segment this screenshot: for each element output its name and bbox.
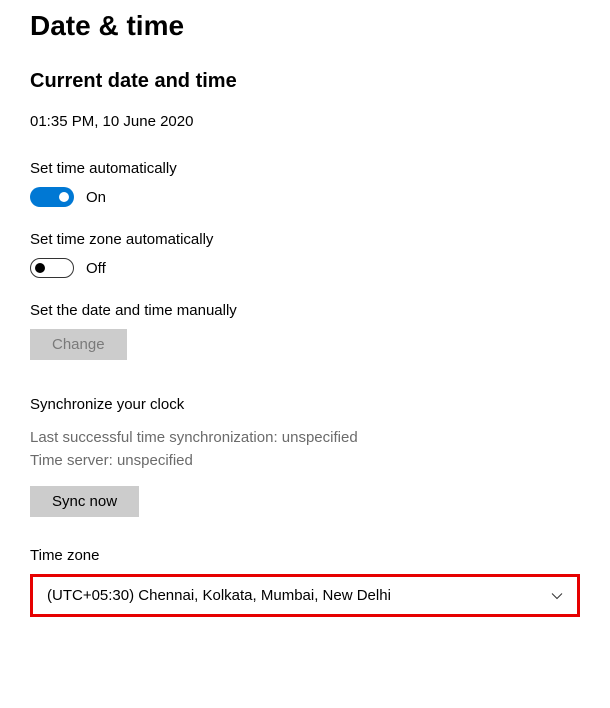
manual-set-label: Set the date and time manually bbox=[30, 302, 580, 319]
current-datetime: 01:35 PM, 10 June 2020 bbox=[30, 113, 580, 130]
chevron-down-icon bbox=[551, 590, 563, 602]
timezone-label: Time zone bbox=[30, 547, 580, 564]
timezone-section: Time zone (UTC+05:30) Chennai, Kolkata, … bbox=[30, 547, 580, 617]
set-time-auto-toggle[interactable] bbox=[30, 187, 74, 207]
sync-heading: Synchronize your clock bbox=[30, 396, 580, 413]
toggle-knob-icon bbox=[35, 263, 45, 273]
timezone-dropdown[interactable]: (UTC+05:30) Chennai, Kolkata, Mumbai, Ne… bbox=[35, 579, 575, 612]
change-button[interactable]: Change bbox=[30, 329, 127, 360]
set-time-auto-label: Set time automatically bbox=[30, 160, 580, 177]
set-tz-auto-toggle[interactable] bbox=[30, 258, 74, 278]
sync-now-button[interactable]: Sync now bbox=[30, 486, 139, 517]
set-tz-auto-state: Off bbox=[86, 260, 106, 277]
page-title: Date & time bbox=[30, 10, 580, 42]
toggle-knob-icon bbox=[59, 192, 69, 202]
section-title: Current date and time bbox=[30, 70, 580, 93]
set-time-auto-state: On bbox=[86, 189, 106, 206]
last-sync-info: Last successful time synchronization: un… bbox=[30, 427, 580, 450]
set-time-auto-block: Set time automatically On bbox=[30, 160, 580, 207]
set-tz-auto-label: Set time zone automatically bbox=[30, 231, 580, 248]
set-tz-auto-block: Set time zone automatically Off bbox=[30, 231, 580, 278]
sync-section: Synchronize your clock Last successful t… bbox=[30, 396, 580, 517]
manual-set-block: Set the date and time manually Change bbox=[30, 302, 580, 360]
timezone-highlight-box: (UTC+05:30) Chennai, Kolkata, Mumbai, Ne… bbox=[30, 574, 580, 617]
time-server-info: Time server: unspecified bbox=[30, 450, 580, 473]
timezone-selected-value: (UTC+05:30) Chennai, Kolkata, Mumbai, Ne… bbox=[47, 587, 391, 604]
